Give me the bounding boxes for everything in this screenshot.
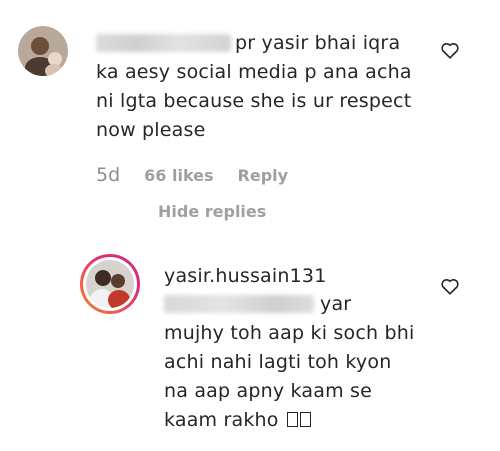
comment-meta: 5d 66 likes Reply [96, 164, 288, 186]
reply: yasir.hussain131 yar mujhy toh aap ki so… [0, 240, 500, 451]
comment-line: ka aesy social media p ana acha [96, 61, 412, 83]
reply-text: yar mujhy toh aap ki soch bhi achi nahi … [164, 290, 434, 435]
reply-line: mujhy toh aap ki soch bhi [164, 322, 415, 344]
reply-line: yar [320, 293, 352, 315]
likes-count[interactable]: 66 likes [144, 166, 213, 185]
comment: pr yasir bhai iqra ka aesy social media … [0, 0, 500, 225]
unrendered-emoji-icon [286, 412, 298, 427]
unrendered-emoji-icon [299, 412, 311, 427]
commenter-avatar[interactable] [18, 26, 68, 76]
mention-redacted[interactable] [164, 295, 314, 313]
reply-username[interactable]: yasir.hussain131 [164, 265, 326, 287]
reply-line: na aap apny kaam se [164, 380, 373, 402]
comment-text: pr yasir bhai iqra ka aesy social media … [96, 29, 436, 145]
reply-button[interactable]: Reply [238, 166, 289, 185]
comment-line: ni lgta because she is ur respect [96, 90, 412, 112]
commenter-username-redacted[interactable] [96, 34, 231, 52]
heart-outline-icon[interactable] [440, 41, 460, 59]
comment-line: now please [96, 119, 206, 141]
reply-line: kaam rakho [164, 409, 279, 431]
heart-outline-icon[interactable] [440, 277, 460, 295]
reply-line: achi nahi lagti toh kyon [164, 351, 392, 373]
comment-time: 5d [96, 164, 121, 186]
reply-avatar[interactable] [80, 254, 140, 314]
comment-line: pr yasir bhai iqra [235, 32, 401, 54]
hide-replies-button[interactable]: Hide replies [158, 202, 266, 221]
